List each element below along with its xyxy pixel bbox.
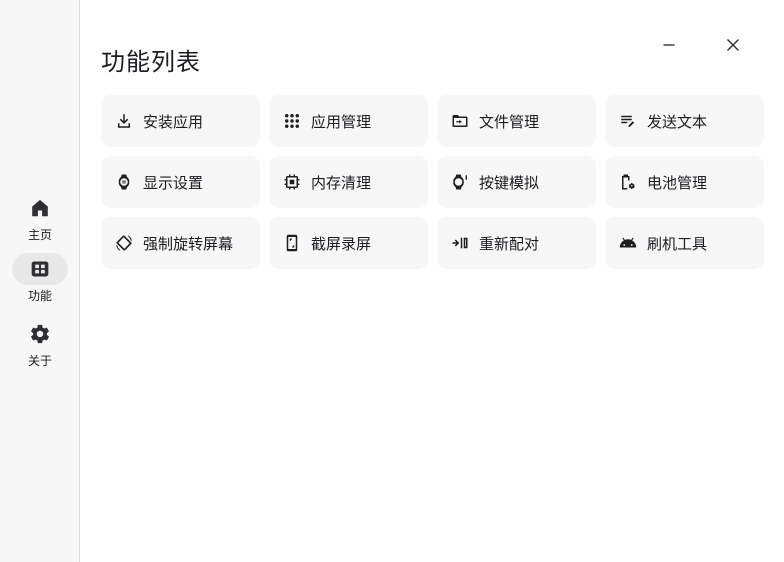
feature-grid: 安装应用 应用管理 文件管理 发送文本 显示设置 内存清理 按键模拟 电池管理 … — [101, 95, 764, 269]
feature-battery-management[interactable]: 电池管理 — [605, 156, 764, 208]
battery-settings-icon — [619, 173, 637, 191]
download-icon — [115, 112, 133, 130]
feature-label: 发送文本 — [647, 112, 708, 131]
home-icon — [12, 192, 68, 224]
close-icon — [727, 39, 739, 51]
apps-icon — [283, 112, 301, 130]
pair-icon — [451, 234, 469, 252]
sidebar-item-home[interactable]: 主页 — [0, 192, 80, 252]
feature-label: 应用管理 — [311, 112, 372, 131]
screenshot-icon — [283, 234, 301, 252]
feature-memory-cleanup[interactable]: 内存清理 — [269, 156, 428, 208]
folder-move-icon — [451, 112, 469, 130]
feature-force-rotate-screen[interactable]: 强制旋转屏幕 — [101, 217, 260, 269]
feature-file-management[interactable]: 文件管理 — [437, 95, 596, 147]
sidebar: 主页 功能 关于 — [0, 0, 80, 562]
feature-label: 强制旋转屏幕 — [143, 234, 234, 253]
screen-rotate-icon — [115, 234, 133, 252]
gear-icon — [12, 318, 68, 350]
feature-key-simulation[interactable]: 按键模拟 — [437, 156, 596, 208]
feature-app-management[interactable]: 应用管理 — [269, 95, 428, 147]
feature-label: 显示设置 — [143, 173, 204, 192]
feature-label: 电池管理 — [647, 173, 708, 192]
page-title: 功能列表 — [101, 48, 201, 76]
feature-label: 刷机工具 — [647, 234, 708, 253]
sidebar-item-label: 功能 — [27, 289, 52, 303]
feature-send-text[interactable]: 发送文本 — [605, 95, 764, 147]
feature-label: 按键模拟 — [479, 173, 540, 192]
feature-install-app[interactable]: 安装应用 — [101, 95, 260, 147]
close-button[interactable] — [718, 30, 748, 60]
text-edit-icon — [619, 112, 637, 130]
sidebar-item-label: 关于 — [27, 354, 52, 368]
app-window: 主页 功能 关于 功能列表 安装应用 应用管理 文件管理 发送文本 显示设置 内… — [0, 0, 784, 562]
minimize-button[interactable] — [654, 30, 684, 60]
sidebar-item-features[interactable]: 功能 — [0, 253, 80, 313]
sidebar-item-about[interactable]: 关于 — [0, 318, 80, 378]
feature-label: 截屏录屏 — [311, 234, 372, 253]
feature-display-settings[interactable]: 显示设置 — [101, 156, 260, 208]
feature-label: 安装应用 — [143, 112, 204, 131]
grid-icon — [12, 253, 68, 285]
feature-label: 内存清理 — [311, 173, 372, 192]
feature-re-pair[interactable]: 重新配对 — [437, 217, 596, 269]
feature-label: 文件管理 — [479, 112, 540, 131]
android-icon — [619, 234, 637, 252]
watch-icon — [115, 173, 133, 191]
chip-icon — [283, 173, 301, 191]
feature-screenshot-record[interactable]: 截屏录屏 — [269, 217, 428, 269]
feature-flash-tool[interactable]: 刷机工具 — [605, 217, 764, 269]
feature-label: 重新配对 — [479, 234, 540, 253]
minimize-icon — [663, 44, 675, 46]
sidebar-item-label: 主页 — [27, 228, 52, 242]
watch-button-icon — [451, 173, 469, 191]
